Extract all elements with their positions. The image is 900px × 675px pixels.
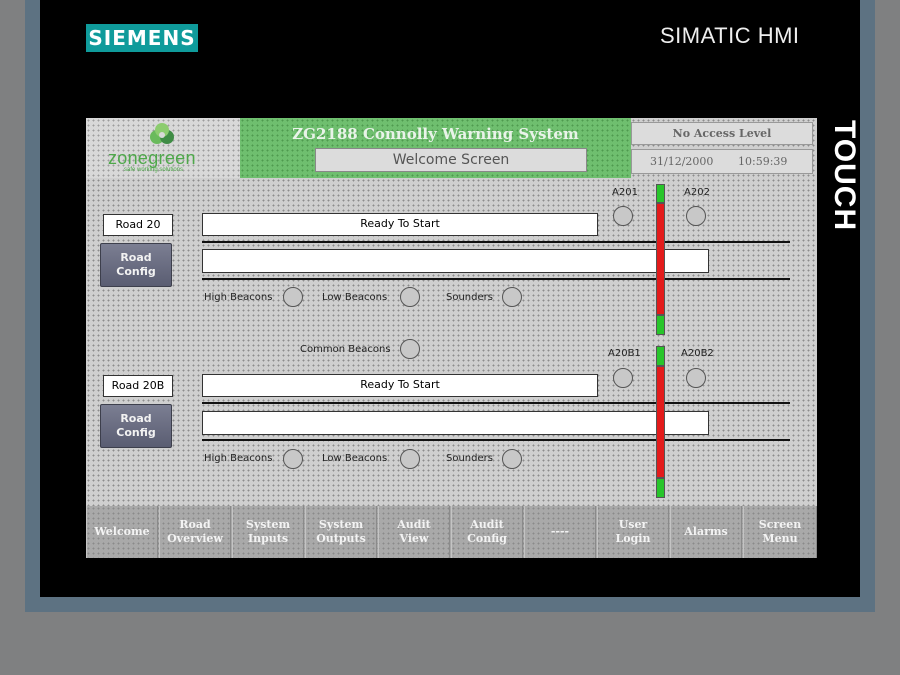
high-beacons-lamp: [283, 449, 303, 469]
high-beacons-label: High Beacons: [204, 292, 273, 303]
high-beacons-lamp: [283, 287, 303, 307]
screen-name-field: Welcome Screen: [315, 148, 587, 172]
road-config-button[interactable]: Road Config: [100, 404, 172, 448]
divider: [202, 402, 790, 404]
company-logo: zonegreen safe working solutions: [86, 118, 240, 178]
road-message-field: [202, 411, 709, 435]
siemens-logo: SIEMENS: [86, 24, 198, 52]
hmi-screen: zonegreen safe working solutions ZG2188 …: [86, 118, 817, 558]
detector-label: A20B1: [608, 348, 641, 359]
road-message-field: [202, 249, 709, 273]
nav-blank[interactable]: ----: [524, 506, 596, 558]
nav-road-overview[interactable]: Road Overview: [159, 506, 231, 558]
bottom-nav-bar: Welcome Road Overview System Inputs Syst…: [86, 506, 817, 558]
logo-text: zonegreen: [108, 148, 196, 168]
detector-lamp: [613, 206, 633, 226]
nav-audit-config[interactable]: Audit Config: [451, 506, 523, 558]
sounders-lamp: [502, 449, 522, 469]
detector-lamp: [613, 368, 633, 388]
road-name-box: Road 20B: [103, 375, 173, 397]
zonegreen-logo-icon: [150, 123, 174, 144]
time-value: 10:59:39: [738, 155, 788, 168]
low-beacons-lamp: [400, 449, 420, 469]
track-section-green: [656, 315, 665, 335]
high-beacons-label: High Beacons: [204, 453, 273, 464]
sounders-label: Sounders: [446, 292, 493, 303]
nav-audit-view[interactable]: Audit View: [378, 506, 450, 558]
nav-alarms[interactable]: Alarms: [670, 506, 742, 558]
track-section-green: [656, 184, 665, 203]
divider: [202, 439, 790, 441]
nav-system-inputs[interactable]: System Inputs: [232, 506, 304, 558]
sounders-label: Sounders: [446, 453, 493, 464]
track-section-red: [656, 203, 665, 315]
detector-label: A20B2: [681, 348, 714, 359]
common-beacons-label: Common Beacons: [300, 344, 391, 355]
divider: [202, 278, 790, 280]
logo-tagline: safe working solutions: [124, 167, 184, 173]
access-level: No Access Level: [631, 122, 813, 145]
low-beacons-label: Low Beacons: [322, 453, 388, 464]
road-config-button[interactable]: Road Config: [100, 243, 172, 287]
system-title: ZG2188 Connolly Warning System: [292, 125, 579, 143]
road-status: Ready To Start: [202, 374, 598, 397]
model-label: SIMATIC HMI: [660, 23, 800, 48]
nav-screen-menu[interactable]: Screen Menu: [743, 506, 817, 558]
header-band: ZG2188 Connolly Warning System Welcome S…: [240, 118, 631, 178]
detector-lamp: [686, 206, 706, 226]
nav-user-login[interactable]: User Login: [597, 506, 669, 558]
road-status: Ready To Start: [202, 213, 598, 236]
low-beacons-lamp: [400, 287, 420, 307]
common-beacons-lamp: [400, 339, 420, 359]
track-section-green: [656, 478, 665, 498]
nav-welcome[interactable]: Welcome: [86, 506, 158, 558]
detector-label: A202: [684, 187, 710, 198]
low-beacons-label: Low Beacons: [322, 292, 388, 303]
detector-lamp: [686, 368, 706, 388]
sounders-lamp: [502, 287, 522, 307]
road-name-box: Road 20: [103, 214, 173, 236]
detector-label: A201: [612, 187, 638, 198]
track-section-green: [656, 346, 665, 366]
date-time-display: 31/12/2000 10:59:39: [631, 149, 813, 174]
touch-label: TOUCH: [828, 120, 861, 232]
nav-system-outputs[interactable]: System Outputs: [305, 506, 377, 558]
track-section-red: [656, 366, 665, 478]
divider: [202, 241, 790, 243]
date-value: 31/12/2000: [650, 155, 714, 168]
